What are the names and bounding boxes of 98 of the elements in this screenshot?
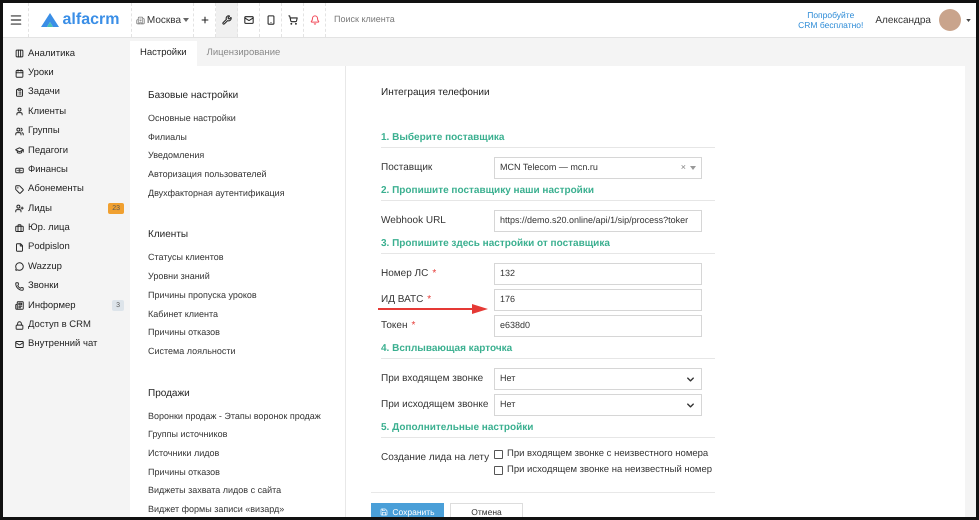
- sidebar-item[interactable]: Абонементы: [15, 180, 124, 200]
- nav-heading: Продажи: [148, 386, 191, 401]
- select-field[interactable]: Нет: [494, 368, 702, 390]
- checkbox-label: При исходящем звонке на неизвестный номер: [507, 463, 712, 478]
- bell-icon: [310, 15, 320, 25]
- nav-link[interactable]: Воронки продаж - Этапы воронок продаж: [148, 410, 345, 428]
- caret-icon: [966, 18, 971, 22]
- input-field[interactable]: 176: [494, 289, 702, 311]
- sidebar-item[interactable]: Юр. лица: [15, 218, 124, 238]
- nav-link[interactable]: Источники лидов: [148, 446, 345, 466]
- form-title: Интеграция телефонии: [381, 86, 491, 100]
- provider-select[interactable]: MCN Telecom — mcn.ru ×: [494, 157, 702, 179]
- sidebar-item[interactable]: Педагоги: [15, 140, 124, 160]
- nav-link[interactable]: Статусы клиентов: [148, 251, 345, 270]
- required-mark: *: [411, 320, 416, 331]
- sidebar-item[interactable]: Клиенты: [15, 102, 124, 122]
- sidebar-item[interactable]: Задачи: [15, 82, 124, 102]
- mail-icon: [15, 340, 24, 350]
- section-heading: 2. Пропишите поставщику наши настройки: [381, 183, 715, 201]
- calendar-icon: [15, 68, 24, 78]
- field-label: ИД ВАТС: [381, 294, 424, 305]
- promo-link[interactable]: Попробуйте CRM бесплатно!: [798, 3, 864, 37]
- nav-link[interactable]: Филиалы: [148, 130, 345, 150]
- banknote-icon: [15, 166, 24, 175]
- toolbar-button[interactable]: [216, 3, 238, 37]
- search-field[interactable]: Поиск клиента: [330, 3, 530, 37]
- cart-icon: [288, 15, 298, 25]
- menu-icon[interactable]: [8, 13, 22, 27]
- lock-icon: [15, 320, 24, 330]
- field-label: Номер ЛС: [381, 268, 428, 279]
- plus-icon: [200, 15, 210, 25]
- nav-link[interactable]: Группы источников: [148, 428, 345, 447]
- nav-link[interactable]: Причины пропуска уроков: [148, 288, 345, 308]
- sidebar-item[interactable]: Внутренний чат: [15, 334, 124, 354]
- nav-link[interactable]: Виджеты захвата лидов с сайта: [148, 484, 345, 503]
- clipboard-icon: [15, 88, 24, 97]
- phone-icon: [266, 15, 276, 25]
- section-heading: 4. Всплывающая карточка: [381, 341, 715, 359]
- nav-link[interactable]: Кабинет клиента: [148, 308, 345, 326]
- nav-link[interactable]: Основные настройки: [148, 112, 345, 131]
- caret-icon: [183, 18, 190, 22]
- required-mark: *: [432, 268, 436, 279]
- sidebar-item[interactable]: Wazzup: [15, 257, 124, 277]
- newspaper-icon: [15, 301, 24, 310]
- sidebar-item[interactable]: Уроки: [15, 63, 124, 83]
- field-label: Создание лида на лету: [381, 452, 490, 463]
- input-field[interactable]: e638d0: [494, 315, 702, 337]
- checkbox[interactable]: [494, 466, 503, 475]
- cancel-button[interactable]: Отмена: [450, 502, 523, 517]
- nav-link[interactable]: Причины отказов: [148, 466, 345, 484]
- nav-link[interactable]: Система лояльности: [148, 344, 345, 364]
- chat-icon: [15, 262, 24, 272]
- columns-icon: [15, 49, 24, 58]
- required-mark: *: [427, 294, 432, 305]
- sidebar-item[interactable]: Финансы: [15, 160, 124, 180]
- graduation-cap-icon: [15, 146, 24, 156]
- input-field[interactable]: https://demo.s20.online/api/1/sip/process?toker: [494, 210, 702, 232]
- sidebar-item[interactable]: Доступ в CRM: [15, 315, 124, 335]
- logo-icon: [40, 13, 59, 27]
- nav-link[interactable]: Уровни знаний: [148, 270, 345, 289]
- nav-link[interactable]: Авторизация пользователей: [148, 168, 345, 187]
- users-icon: [15, 126, 24, 136]
- section-heading: 1. Выберите поставщика: [381, 130, 715, 148]
- user-icon: [15, 107, 24, 116]
- save-icon: [380, 508, 388, 516]
- field-label: Токен: [381, 320, 408, 331]
- nav-link[interactable]: Двухфакторная аутентификация: [148, 186, 345, 206]
- file-icon: [15, 243, 24, 252]
- wrench-icon: [222, 15, 232, 25]
- user-plus-icon: [15, 204, 24, 214]
- nav-heading: Базовые настройки: [148, 89, 240, 103]
- nav-link[interactable]: Уведомления: [148, 149, 345, 168]
- input-field[interactable]: 132: [494, 263, 702, 285]
- tag-icon: [15, 184, 24, 194]
- clear-button[interactable]: ×: [680, 161, 686, 175]
- sidebar-item[interactable]: Звонки: [15, 276, 124, 296]
- section-heading: 3. Пропишите здесь настройки от поставщика: [381, 236, 715, 254]
- user-name[interactable]: Александра: [875, 12, 931, 28]
- briefcase-icon: [15, 224, 24, 233]
- nav-link[interactable]: Виджет формы записи «визард»: [148, 503, 345, 517]
- section-heading: 5. Дополнительные настройки: [381, 420, 715, 438]
- field-label: Webhook URL: [381, 215, 446, 226]
- nav-heading: Клиенты: [148, 228, 190, 242]
- sidebar-item[interactable]: Группы: [15, 122, 124, 141]
- caret-icon: [690, 166, 696, 170]
- select-field[interactable]: Нет: [494, 394, 702, 416]
- mail-icon: [244, 15, 254, 25]
- field-label: Поставщик: [381, 162, 432, 173]
- tab[interactable]: Настройки: [130, 41, 197, 66]
- building-icon: [136, 16, 145, 24]
- field-label: При исходящем звонке: [381, 399, 488, 410]
- nav-link[interactable]: Причины отказов: [148, 326, 345, 345]
- sidebar-item[interactable]: Аналитика: [15, 44, 124, 64]
- sidebar-item[interactable]: Podpislon: [15, 238, 124, 258]
- checkbox[interactable]: [494, 450, 503, 459]
- checkbox-label: При входящем звонке с неизвестного номера: [507, 447, 708, 461]
- field-label: При входящем звонке: [381, 373, 484, 384]
- phone-icon: [15, 282, 24, 291]
